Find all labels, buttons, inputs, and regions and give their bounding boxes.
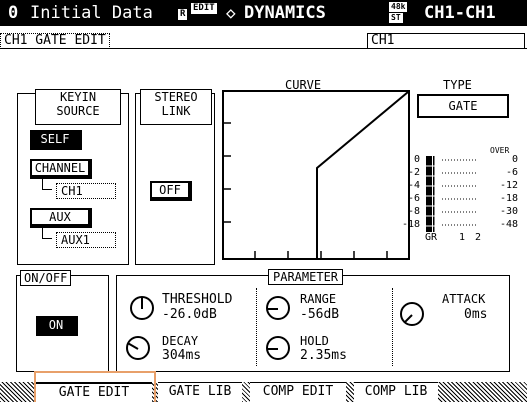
tree-connector xyxy=(42,228,52,239)
curve-graph xyxy=(222,90,410,260)
tab-comp-lib[interactable]: COMP LIB xyxy=(354,382,438,402)
title-bar: 0 Initial Data R EDIT ◇ DYNAMICS 48k ST … xyxy=(0,0,527,26)
stereo-indicator: ST xyxy=(389,13,403,23)
on-off-toggle[interactable]: ON xyxy=(36,316,78,336)
type-selector[interactable]: GATE xyxy=(417,94,509,118)
decay-value: 304ms xyxy=(162,348,202,363)
range-knob[interactable] xyxy=(266,296,290,320)
sample-rate: 48k xyxy=(389,2,408,12)
aux-source-select[interactable]: AUX1 xyxy=(56,232,116,248)
active-tab-highlight xyxy=(34,371,156,402)
decay-label: DECAY xyxy=(162,334,199,348)
scene-name: Initial Data xyxy=(30,3,153,23)
aux-button[interactable]: AUX xyxy=(30,208,92,228)
divider xyxy=(392,288,393,366)
type-title: TYPE xyxy=(443,78,472,92)
divider xyxy=(256,288,257,366)
page-label: CH1 GATE EDIT xyxy=(0,33,110,49)
on-off-title: ON/OFF xyxy=(20,270,72,286)
channel-source-select[interactable]: CH1 xyxy=(56,183,116,199)
section-title: DYNAMICS xyxy=(244,3,326,23)
channel-range: CH1-CH1 xyxy=(424,3,496,23)
decay-knob[interactable] xyxy=(126,336,150,360)
lock-icon: R xyxy=(178,9,188,20)
edit-badge: EDIT xyxy=(191,3,217,14)
threshold-knob[interactable] xyxy=(130,296,154,320)
stereo-link-toggle[interactable]: OFF xyxy=(150,181,192,201)
threshold-label: THRESHOLD xyxy=(162,292,233,307)
channel-button[interactable]: CHANNEL xyxy=(30,159,92,179)
threshold-value: -26.0dB xyxy=(162,307,217,322)
channel-label: CH1 xyxy=(367,33,525,48)
parameter-title: PARAMETER xyxy=(268,269,344,285)
attack-value: 0ms xyxy=(464,307,488,322)
right-scale: 0 -6 -12 -18 -30 -48 xyxy=(499,154,518,230)
range-value: -56dB xyxy=(300,307,340,322)
hold-value: 2.35ms xyxy=(300,348,347,363)
left-scale: 0 -2 -4 -6 -8 -18 xyxy=(401,154,420,230)
tab-gate-lib[interactable]: GATE LIB xyxy=(158,382,242,402)
meter-ch2-label: 2 xyxy=(475,232,482,243)
meter-ch1-label: 1 xyxy=(459,232,466,243)
tab-comp-edit[interactable]: COMP EDIT xyxy=(250,382,346,402)
range-label: RANGE xyxy=(300,292,337,306)
stereo-link-title: STEREO LINK xyxy=(140,89,212,125)
scene-number: 0 xyxy=(8,3,19,23)
self-button[interactable]: SELF xyxy=(30,130,82,150)
diamond-icon: ◇ xyxy=(226,3,236,22)
attack-label: ATTACK xyxy=(442,292,486,306)
gain-reduction-meter: OVER 0 -2 -4 -6 -8 -18 0 -6 -12 -18 -30 -48 GR 1… xyxy=(392,140,524,265)
hold-label: HOLD xyxy=(300,334,329,348)
hold-knob[interactable] xyxy=(266,336,290,360)
divider xyxy=(0,48,527,49)
attack-knob[interactable] xyxy=(400,302,424,326)
tree-connector xyxy=(42,179,52,190)
gr-label: GR xyxy=(425,232,438,243)
keyin-source-title: KEYIN SOURCE xyxy=(35,89,121,125)
